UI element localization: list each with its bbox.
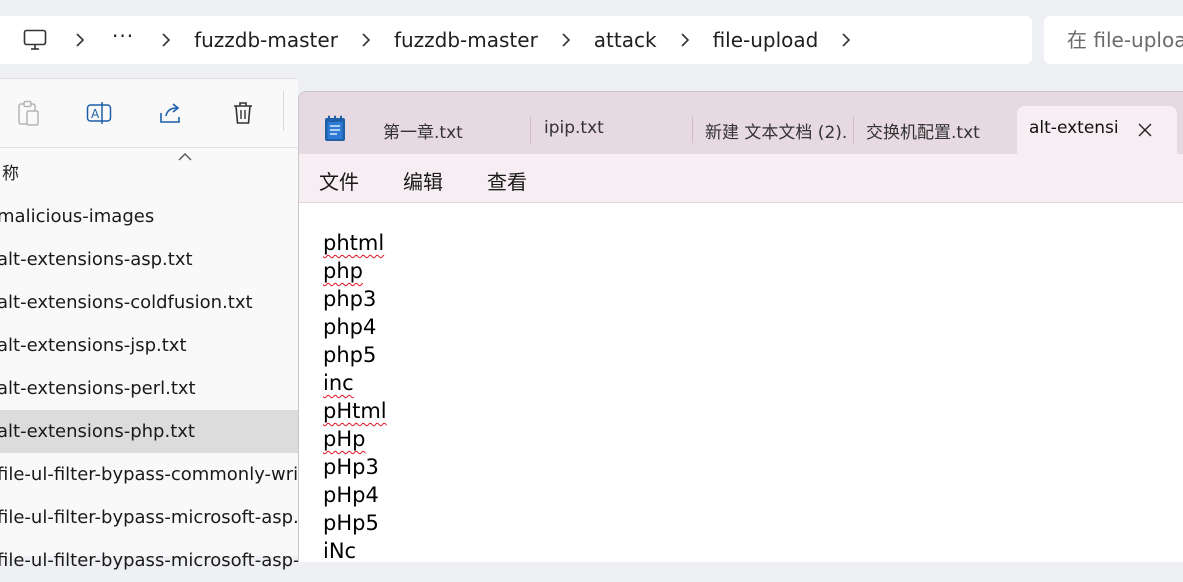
notepad-app-icon [323, 114, 347, 142]
breadcrumb-segment[interactable]: attack [594, 28, 657, 52]
search-box[interactable] [1044, 16, 1183, 64]
text-line-content: php4 [323, 315, 377, 339]
this-pc-icon[interactable] [20, 25, 50, 55]
column-header-label: 称 [2, 164, 19, 184]
text-line-content: pHp [323, 427, 366, 451]
file-list-item[interactable]: file-ul-filter-bypass-commonly-writable-… [0, 453, 298, 496]
chevron-right-icon[interactable] [158, 32, 174, 48]
chevron-right-icon[interactable] [558, 32, 574, 48]
text-line: php4 [323, 313, 387, 341]
notepad-tab[interactable]: 交换机配置.txt [866, 106, 1006, 154]
notepad-tab-label: ipip.txt [544, 118, 604, 138]
text-line: php3 [323, 285, 387, 313]
text-line-content: php [323, 259, 363, 283]
notepad-tab-label: 交换机配置.txt [866, 123, 980, 143]
address-bar[interactable]: ··· fuzzdb-master fuzzdb-master attack f… [0, 16, 1032, 64]
text-line: pHp4 [323, 481, 387, 509]
notepad-tab-label: 第一章.txt [383, 123, 463, 143]
text-line: pHtml [323, 397, 387, 425]
file-list-item[interactable]: file-ul-filter-bypass-microsoft-asp.txt [0, 496, 298, 539]
chevron-right-icon[interactable] [72, 32, 88, 48]
file-list-item[interactable]: alt-extensions-perl.txt [0, 367, 298, 410]
file-list-item[interactable]: file-ul-filter-bypass-microsoft-asp-file… [0, 539, 298, 582]
rename-icon[interactable]: A [85, 99, 113, 127]
text-line-content: pHp5 [323, 511, 379, 535]
breadcrumb-segment[interactable]: fuzzdb-master [394, 28, 538, 52]
text-line: php5 [323, 341, 387, 369]
notepad-tab[interactable]: 新建 文本文档 (2).txt [705, 106, 854, 154]
text-line: iNc [323, 537, 387, 562]
notepad-tab[interactable]: ipip.txt [544, 106, 693, 154]
tab-divider [853, 117, 854, 143]
text-line-content: php5 [323, 343, 377, 367]
chevron-right-icon[interactable] [838, 32, 854, 48]
text-line-content: phtml [323, 231, 385, 255]
notepad-tab-label: alt-extensions-php.txt [1029, 118, 1119, 138]
close-tab-icon[interactable] [1135, 120, 1155, 140]
text-line: pHp3 [323, 453, 387, 481]
text-line: php [323, 257, 387, 285]
notepad-tab[interactable]: 第一章.txt [383, 106, 531, 154]
file-list-item[interactable]: malicious-images [0, 195, 298, 238]
share-icon[interactable] [157, 99, 185, 127]
breadcrumb-segment[interactable]: file-upload [713, 28, 819, 52]
svg-text:A: A [91, 107, 100, 121]
explorer-pane: A 称 malicious-images alt-extensions-asp.t… [0, 78, 298, 571]
text-line: phtml [323, 229, 387, 257]
text-line: inc [323, 369, 387, 397]
paste-icon[interactable] [14, 99, 42, 127]
notepad-tab-bar: 第一章.txt ipip.txt 新建 文本文档 (2).txt 交换机配置.t… [299, 92, 1183, 154]
tab-divider [692, 117, 693, 143]
menu-file[interactable]: 文件 [319, 166, 359, 195]
notepad-text-area[interactable]: phtml php php3 php4 php5 inc pHtml pHp pHp3 pHp4 p… [323, 229, 387, 562]
text-line-content: php3 [323, 287, 377, 311]
file-list-item[interactable]: alt-extensions-php.txt [0, 410, 298, 453]
breadcrumb-overflow[interactable]: ··· [112, 24, 134, 48]
notepad-tab-label: 新建 文本文档 (2).txt [705, 123, 847, 143]
menu-edit[interactable]: 编辑 [403, 166, 443, 195]
file-list-item[interactable]: alt-extensions-coldfusion.txt [0, 281, 298, 324]
notepad-tab-active[interactable]: alt-extensions-php.txt [1017, 106, 1177, 154]
sort-up-icon[interactable] [178, 147, 192, 161]
column-header-name[interactable]: 称 [0, 149, 298, 185]
file-list-item[interactable]: alt-extensions-asp.txt [0, 238, 298, 281]
text-line: pHp [323, 425, 387, 453]
tab-divider [530, 117, 531, 143]
text-line-content: pHtml [323, 399, 387, 423]
chevron-right-icon[interactable] [358, 32, 374, 48]
explorer-toolbar: A [0, 79, 298, 148]
notepad-tab-label-clip: alt-extensions-php.txt [1029, 118, 1119, 144]
explorer-address-strip: ··· fuzzdb-master fuzzdb-master attack f… [0, 0, 1183, 78]
search-input[interactable] [1065, 27, 1183, 53]
file-list-item[interactable]: alt-extensions-jsp.txt [0, 324, 298, 367]
chevron-right-icon[interactable] [677, 32, 693, 48]
text-line-content: iNc [323, 539, 357, 562]
breadcrumb-segment[interactable]: fuzzdb-master [194, 28, 338, 52]
menu-view[interactable]: 查看 [487, 166, 527, 195]
delete-icon[interactable] [229, 99, 257, 127]
toolbar-divider [283, 91, 284, 131]
file-list: malicious-images alt-extensions-asp.txt al… [0, 195, 298, 582]
notepad-window: 第一章.txt ipip.txt 新建 文本文档 (2).txt 交换机配置.t… [298, 91, 1183, 562]
notepad-menu-bar: 文件 编辑 查看 [299, 154, 1183, 203]
text-line-content: inc [323, 371, 354, 395]
text-line: pHp5 [323, 509, 387, 537]
text-line-content: pHp3 [323, 455, 379, 479]
text-line-content: pHp4 [323, 483, 379, 507]
